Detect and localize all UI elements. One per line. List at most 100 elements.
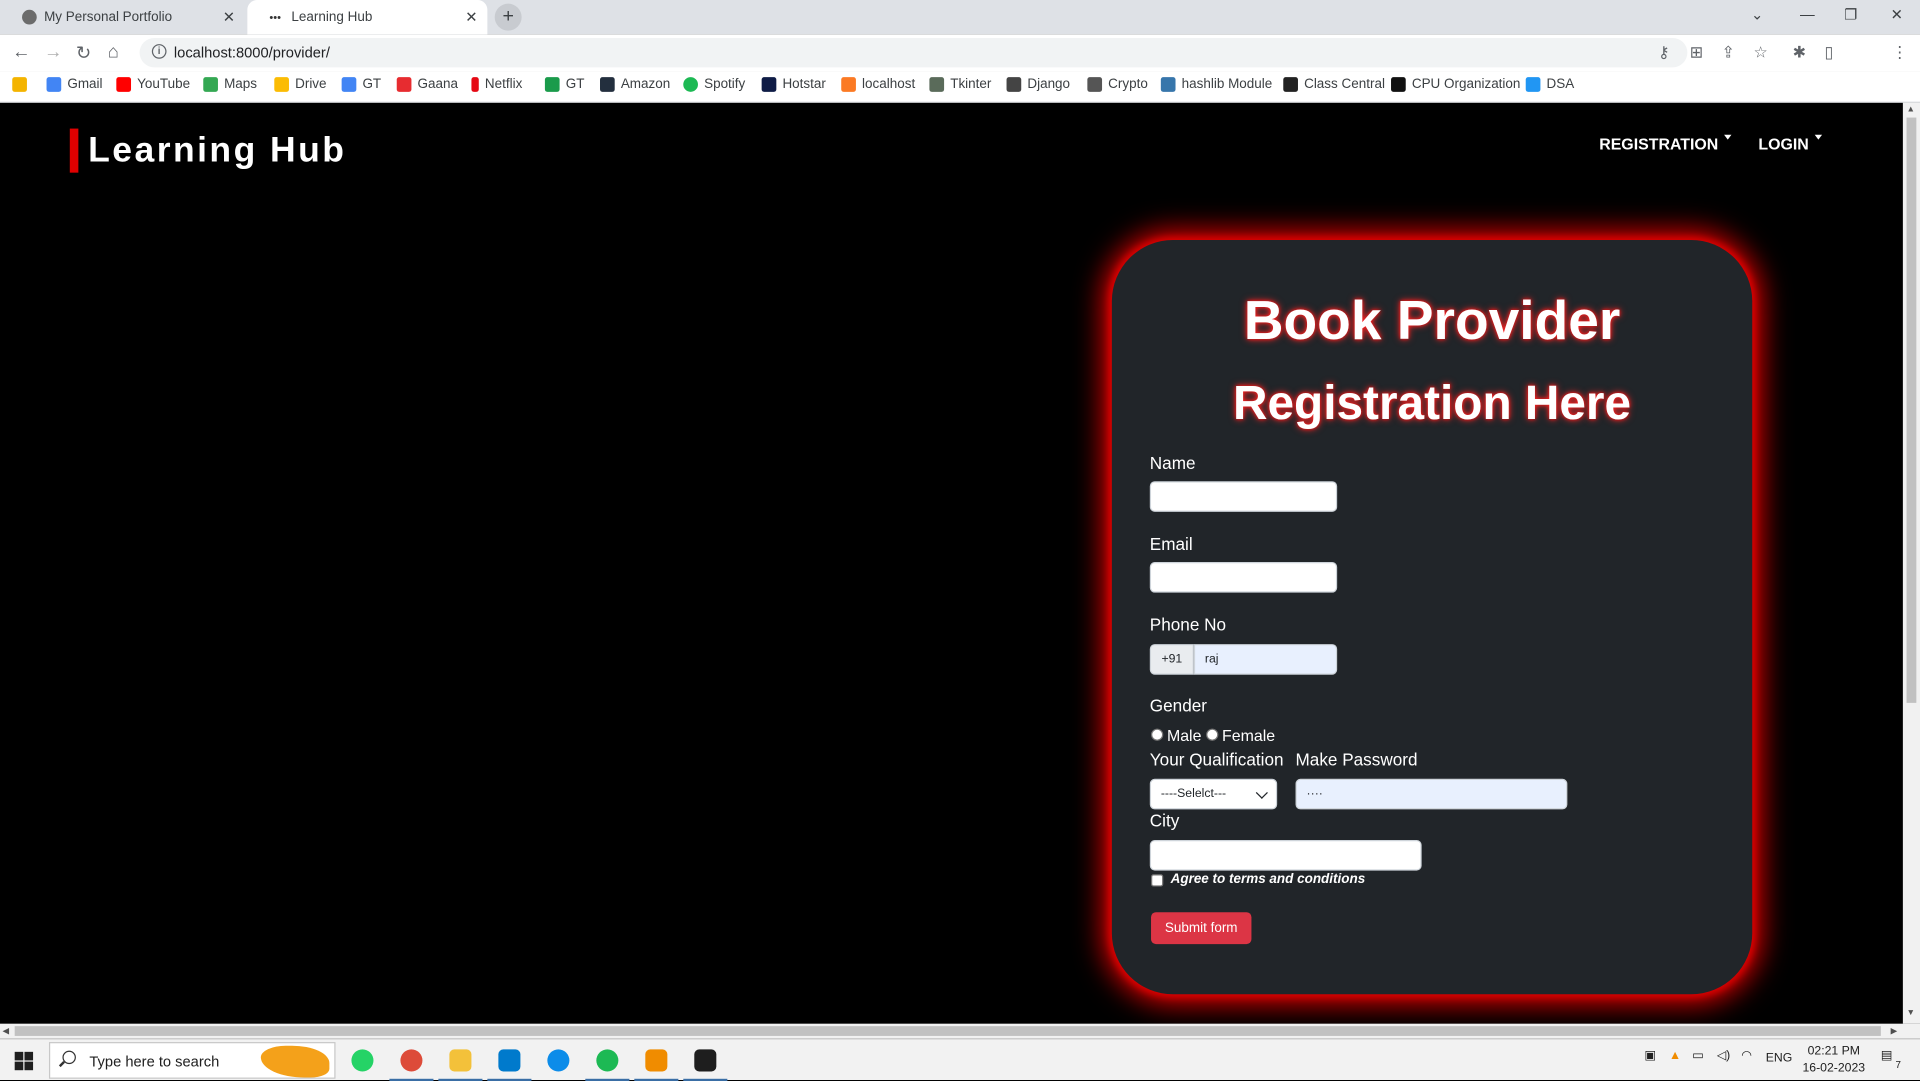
tab-title: Learning Hub [291,9,373,25]
chevron-down-icon [1255,786,1268,799]
vlc-tray-icon[interactable]: ▲ [1669,1049,1681,1062]
volume-icon[interactable]: ◁) [1717,1049,1731,1062]
nav-registration-dropdown[interactable]: REGISTRATION [1599,134,1732,153]
notification-icon[interactable]: ▤ [1881,1049,1893,1062]
bookmark-django[interactable]: Django [1006,77,1070,92]
bookmark-gaana[interactable]: Gaana [396,77,458,92]
minimize-icon[interactable]: — [1800,6,1815,23]
password-label: Make Password [1295,749,1418,769]
close-window-icon[interactable]: ✕ [1891,6,1903,23]
vertical-scroll-thumb[interactable] [1906,117,1917,703]
reload-icon[interactable]: ↻ [76,42,91,64]
caret-down-icon [1814,134,1823,140]
key-icon[interactable]: ⚷ [1658,43,1670,63]
info-icon[interactable]: i [151,44,167,59]
extensions-icon[interactable]: ✱ [1793,43,1806,63]
spotify-icon[interactable] [585,1049,630,1081]
back-icon[interactable]: ← [12,42,30,63]
scroll-up-icon[interactable]: ▲ [1907,105,1915,114]
bookmark-class-central[interactable]: Class Central [1283,77,1385,92]
tab-learning-hub[interactable]: ••• Learning Hub ✕ [247,0,488,35]
bookmark-dsa[interactable]: DSA [1525,77,1574,92]
name-input[interactable] [1149,481,1338,512]
screen: My Personal Portfolio ✕ ••• Learning Hub… [0,0,1920,1081]
bookmark-amazon[interactable]: Amazon [600,77,670,92]
battery-icon[interactable]: ▭ [1692,1049,1704,1062]
nav-home[interactable]: HOME [1225,135,1284,157]
bookmark-crypto[interactable]: Crypto [1087,77,1148,92]
notification-count: 7 [1895,1059,1901,1071]
gender-female-label: Female [1222,726,1276,745]
qualification-select[interactable]: ----Selelct--- [1149,778,1278,810]
chrome-icon[interactable] [389,1049,434,1081]
nav-login-dropdown[interactable]: LOGIN [1758,134,1823,154]
star-icon[interactable]: ☆ [1753,43,1767,63]
url-bar[interactable]: i localhost:8000/provider/ [139,37,1688,68]
terms-checkbox[interactable] [1151,874,1164,887]
vlc-icon[interactable] [634,1049,679,1081]
close-icon[interactable]: ✕ [465,9,477,26]
language-indicator[interactable]: ENG [1766,1052,1793,1065]
nav-login: LOGIN [1758,134,1809,154]
bookmark-maps[interactable]: Maps [203,77,257,92]
city-input[interactable] [1149,840,1422,871]
email-label: Email [1149,533,1193,554]
apps-icon[interactable] [12,77,33,92]
search-highlight-image [260,1045,330,1078]
tab-portfolio[interactable]: My Personal Portfolio ✕ [0,0,245,34]
forward-icon[interactable]: → [44,42,62,63]
bookmark-spotify[interactable]: Spotify [683,77,745,92]
nav-about-us[interactable]: ABOUT US [1299,135,1399,157]
nav-contact[interactable]: CONTACT [1498,135,1591,157]
meet-icon[interactable]: ▣ [1645,1049,1657,1062]
restore-icon[interactable]: ❐ [1844,6,1857,23]
bookmark-gmail[interactable]: Gmail [46,77,103,92]
qualification-label: Your Qualification [1149,749,1284,769]
wifi-icon[interactable]: ◠ [1741,1049,1752,1062]
scroll-left-icon[interactable]: ◀ [2,1026,9,1036]
submit-button[interactable]: Submit form [1151,912,1252,945]
bookmark-gt2[interactable]: GT [544,77,584,92]
bookmark-gt[interactable]: GT [341,77,381,92]
brand-title: Learning Hub [88,130,347,170]
bookmark-localhost[interactable]: localhost [841,77,915,92]
vertical-scrollbar[interactable]: ▲ ▼ [1902,102,1920,1024]
email-input[interactable] [1149,562,1338,593]
vscode-icon[interactable] [487,1049,532,1081]
whatsapp-icon[interactable] [351,1049,374,1072]
password-input[interactable]: ···· [1295,778,1568,810]
bookmark-cpu-organization[interactable]: CPU Organization [1391,77,1520,92]
edge-icon[interactable] [547,1049,570,1072]
gender-male-label: Male [1166,726,1202,745]
windows-start-icon[interactable] [14,1051,34,1071]
translate-icon[interactable]: ⊞ [1690,43,1703,63]
scroll-right-icon[interactable]: ▶ [1891,1026,1898,1036]
scroll-down-icon[interactable]: ▼ [1907,1009,1915,1018]
bookmark-hotstar[interactable]: Hotstar [761,77,826,92]
gender-male-radio[interactable] [1151,728,1164,741]
phone-input[interactable]: raj [1193,644,1338,675]
nav-career[interactable]: CAREER [1407,135,1489,157]
gender-female-radio[interactable] [1206,728,1219,741]
bookmark-hashlib[interactable]: hashlib Module [1160,77,1272,92]
clock[interactable]: 02:21 PM 16-02-2023 [1802,1043,1865,1077]
registration-card: Book Provider Registration Here Name Ema… [1111,240,1753,995]
close-icon[interactable]: ✕ [223,9,235,26]
horizontal-scrollbar[interactable]: ◀ ▶ [0,1023,1920,1039]
taskbar-search[interactable]: Type here to search [48,1042,336,1079]
share-icon[interactable]: ⇪ [1722,43,1735,63]
bookmark-drive[interactable]: Drive [274,77,327,92]
file-explorer-icon[interactable] [438,1049,483,1081]
bookmark-youtube[interactable]: YouTube [116,77,190,92]
horizontal-scroll-thumb[interactable] [14,1026,1881,1036]
chevron-down-icon[interactable]: ⌄ [1751,6,1763,23]
sidepanel-icon[interactable]: ▯ [1825,43,1834,63]
bookmark-tkinter[interactable]: Tkinter [929,77,991,92]
new-tab-button[interactable]: + [494,3,522,31]
form-subtitle: Registration Here [1233,377,1632,430]
site-brand[interactable]: Learning Hub [69,128,347,173]
home-icon[interactable]: ⌂ [108,42,119,63]
terminal-icon[interactable] [683,1049,728,1081]
menu-icon[interactable]: ⋮ [1892,43,1908,63]
bookmark-netflix[interactable]: Netflix [471,77,522,92]
